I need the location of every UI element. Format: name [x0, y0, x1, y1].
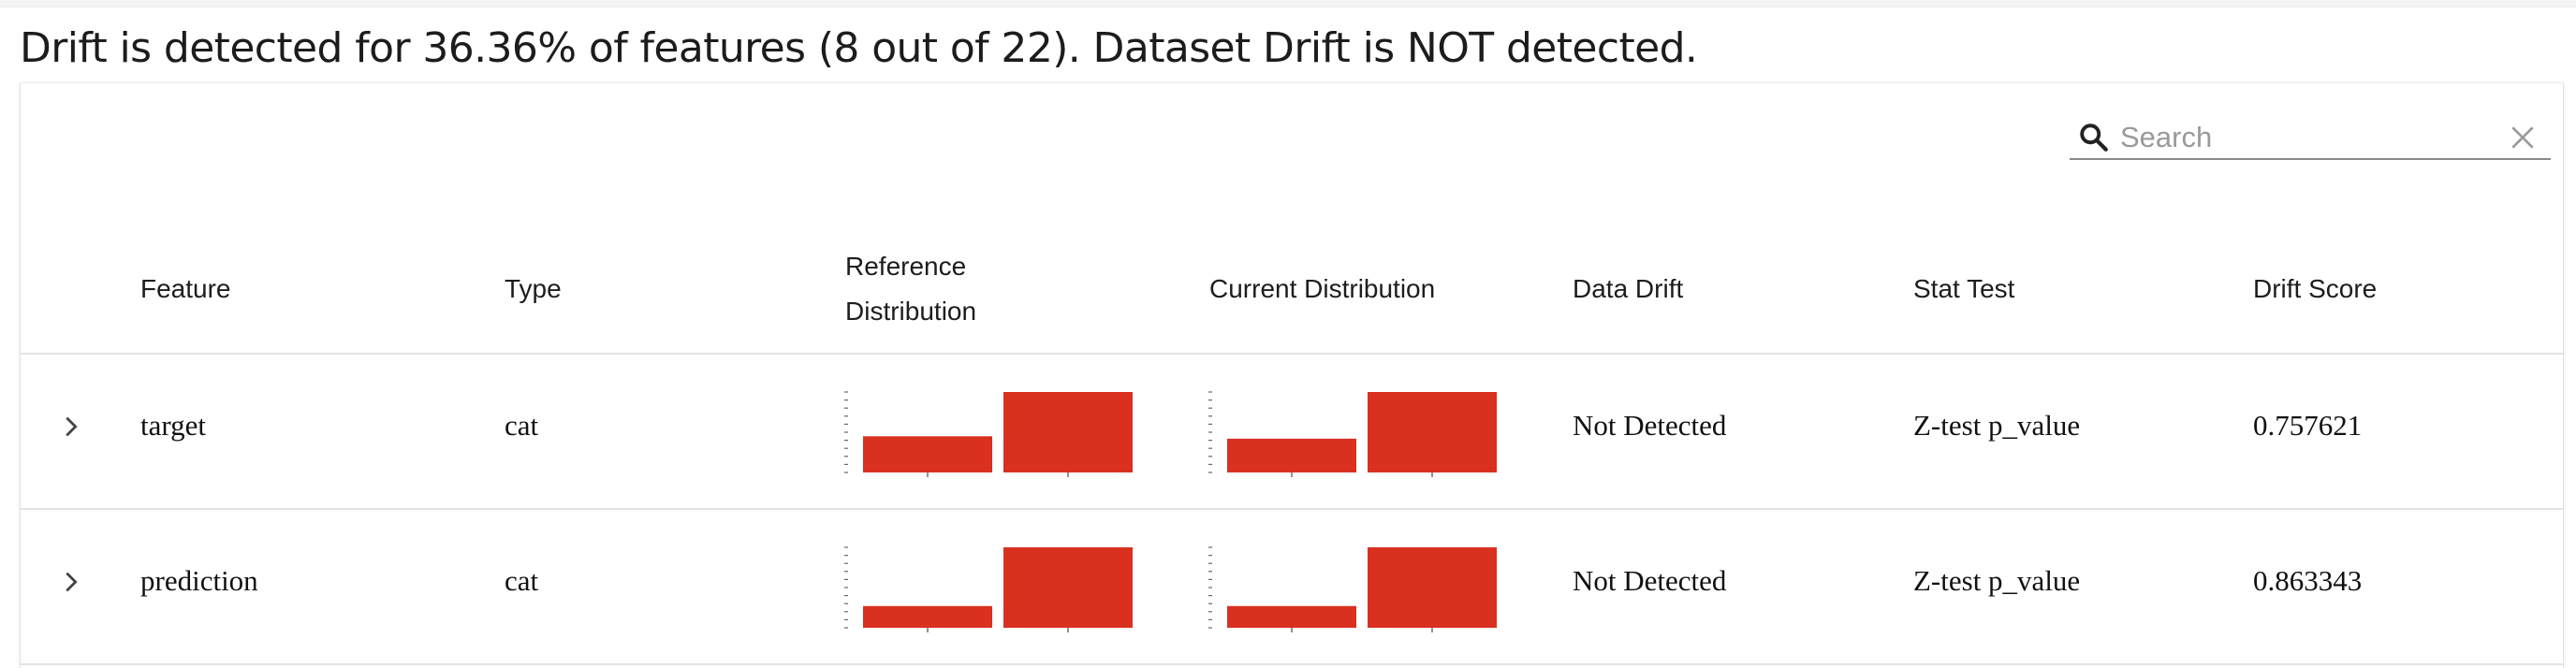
column-header-stat-test[interactable]: Stat Test [1913, 267, 2014, 312]
feature-type: cat [505, 409, 539, 442]
feature-type: cat [505, 564, 539, 597]
stat-test: Z-test p_value [1913, 564, 2081, 597]
feature-name: prediction [140, 564, 258, 597]
table-row[interactable]: target cat Not Detected Z-test p_value 0… [21, 355, 2563, 510]
feature-name: target [140, 409, 207, 442]
reference-distribution-chart [844, 391, 1133, 477]
data-drift-status: Not Detected [1573, 409, 1727, 442]
distribution-bar [863, 605, 992, 628]
drift-table-card: Feature Type Reference Distribution Curr… [20, 82, 2564, 668]
chevron-right-icon[interactable] [58, 414, 84, 440]
current-distribution-chart [1208, 391, 1497, 477]
distribution-bar [1227, 438, 1356, 472]
reference-distribution-chart [844, 546, 1133, 632]
column-header-reference-line2: Distribution [845, 297, 977, 326]
column-header-reference-distribution[interactable]: Reference Distribution [845, 244, 1051, 334]
column-header-current-distribution[interactable]: Current Distribution [1209, 267, 1435, 312]
search-icon [2080, 123, 2108, 152]
column-header-drift-score[interactable]: Drift Score [2253, 267, 2377, 312]
stat-test: Z-test p_value [1913, 409, 2081, 442]
current-distribution-chart [1208, 546, 1497, 632]
search-input[interactable] [2120, 119, 2485, 156]
search-box[interactable] [2070, 117, 2551, 160]
column-header-feature[interactable]: Feature [140, 267, 231, 312]
top-divider [0, 0, 2576, 7]
data-drift-status: Not Detected [1573, 564, 1727, 597]
drift-summary: Drift is detected for 36.36% of features… [20, 24, 1698, 72]
distribution-bar [863, 436, 992, 472]
close-icon[interactable] [2508, 123, 2538, 152]
distribution-bar [1003, 392, 1133, 472]
drift-score: 0.863343 [2253, 564, 2363, 597]
table-header: Feature Type Reference Distribution Curr… [21, 224, 2563, 355]
table-row[interactable]: prediction cat Not Detected Z-test p_val… [21, 510, 2563, 665]
column-header-type[interactable]: Type [505, 267, 562, 312]
distribution-bar [1003, 547, 1133, 628]
chevron-right-icon[interactable] [58, 569, 84, 595]
distribution-bar [1368, 392, 1497, 472]
distribution-bar [1227, 605, 1356, 628]
column-header-data-drift[interactable]: Data Drift [1573, 267, 1683, 312]
drift-score: 0.757621 [2253, 409, 2363, 442]
distribution-bar [1368, 547, 1497, 628]
column-header-reference-line1: Reference [845, 252, 967, 281]
